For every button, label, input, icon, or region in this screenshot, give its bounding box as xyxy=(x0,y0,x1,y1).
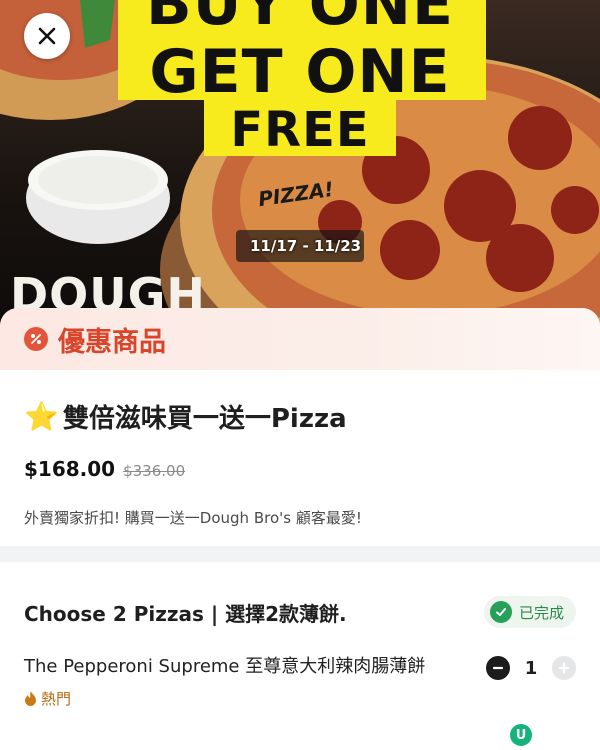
promo-dates: 11/17 - 11/23 xyxy=(250,237,362,255)
close-icon xyxy=(38,27,56,45)
product-info: ⭐ 雙倍滋味買一送一Pizza $168.00 $336.00 外賣獨家折扣! … xyxy=(0,370,600,546)
option-group-header: Choose 2 Pizzas | 選擇2款薄餅. 已完成 xyxy=(24,596,576,628)
plus-icon xyxy=(558,662,570,674)
app-logo-icon: U xyxy=(510,724,532,746)
quantity-value: 1 xyxy=(524,657,538,679)
option-group: Choose 2 Pizzas | 選擇2款薄餅. 已完成 The Pepper… xyxy=(0,562,600,709)
flame-icon xyxy=(25,691,36,706)
product-title: ⭐ 雙倍滋味買一送一Pizza xyxy=(24,398,576,435)
increase-button[interactable] xyxy=(552,656,576,680)
section-divider xyxy=(0,546,600,562)
promo-hero-image: BUY ONE GET ONE FREE PIZZA! 11/17 - 11/2… xyxy=(0,0,600,330)
option-name: The Pepperoni Supreme 至尊意大利辣肉腸薄餅 xyxy=(24,656,426,677)
banner-headline-line3: FREE xyxy=(230,102,370,158)
price-row: $168.00 $336.00 xyxy=(24,457,576,481)
banner-headline-line1: BUY ONE xyxy=(146,0,454,39)
product-title-text: 雙倍滋味買一送一Pizza xyxy=(62,404,347,434)
decrease-button[interactable] xyxy=(486,656,510,680)
status-text: 已完成 xyxy=(518,603,564,622)
banner-headline-line2: GET ONE xyxy=(149,37,451,107)
minus-icon xyxy=(492,666,504,670)
quantity-stepper: 1 xyxy=(486,656,576,680)
current-price: $168.00 xyxy=(24,457,116,481)
star-icon: ⭐ xyxy=(24,400,59,433)
percent-badge-icon xyxy=(24,327,48,351)
popular-tag: 熱門 xyxy=(24,688,576,709)
option-group-title: Choose 2 Pizzas | 選擇2款薄餅. xyxy=(24,601,347,626)
deal-label: 優惠商品 xyxy=(58,326,166,358)
check-circle-icon xyxy=(489,601,512,623)
popular-tag-label: 熱門 xyxy=(41,690,72,708)
product-sheet: 優惠商品 ⭐ 雙倍滋味買一送一Pizza $168.00 $336.00 外賣獨… xyxy=(0,308,600,750)
close-button[interactable] xyxy=(24,13,70,59)
list-item: The Pepperoni Supreme 至尊意大利辣肉腸薄餅 1 xyxy=(24,656,576,680)
product-description: 外賣獨家折扣! 購買一送一Dough Bro's 顧客最愛! xyxy=(24,509,362,527)
status-badge: 已完成 xyxy=(483,596,576,628)
deal-strip: 優惠商品 xyxy=(0,308,600,370)
original-price: $336.00 xyxy=(123,462,186,480)
